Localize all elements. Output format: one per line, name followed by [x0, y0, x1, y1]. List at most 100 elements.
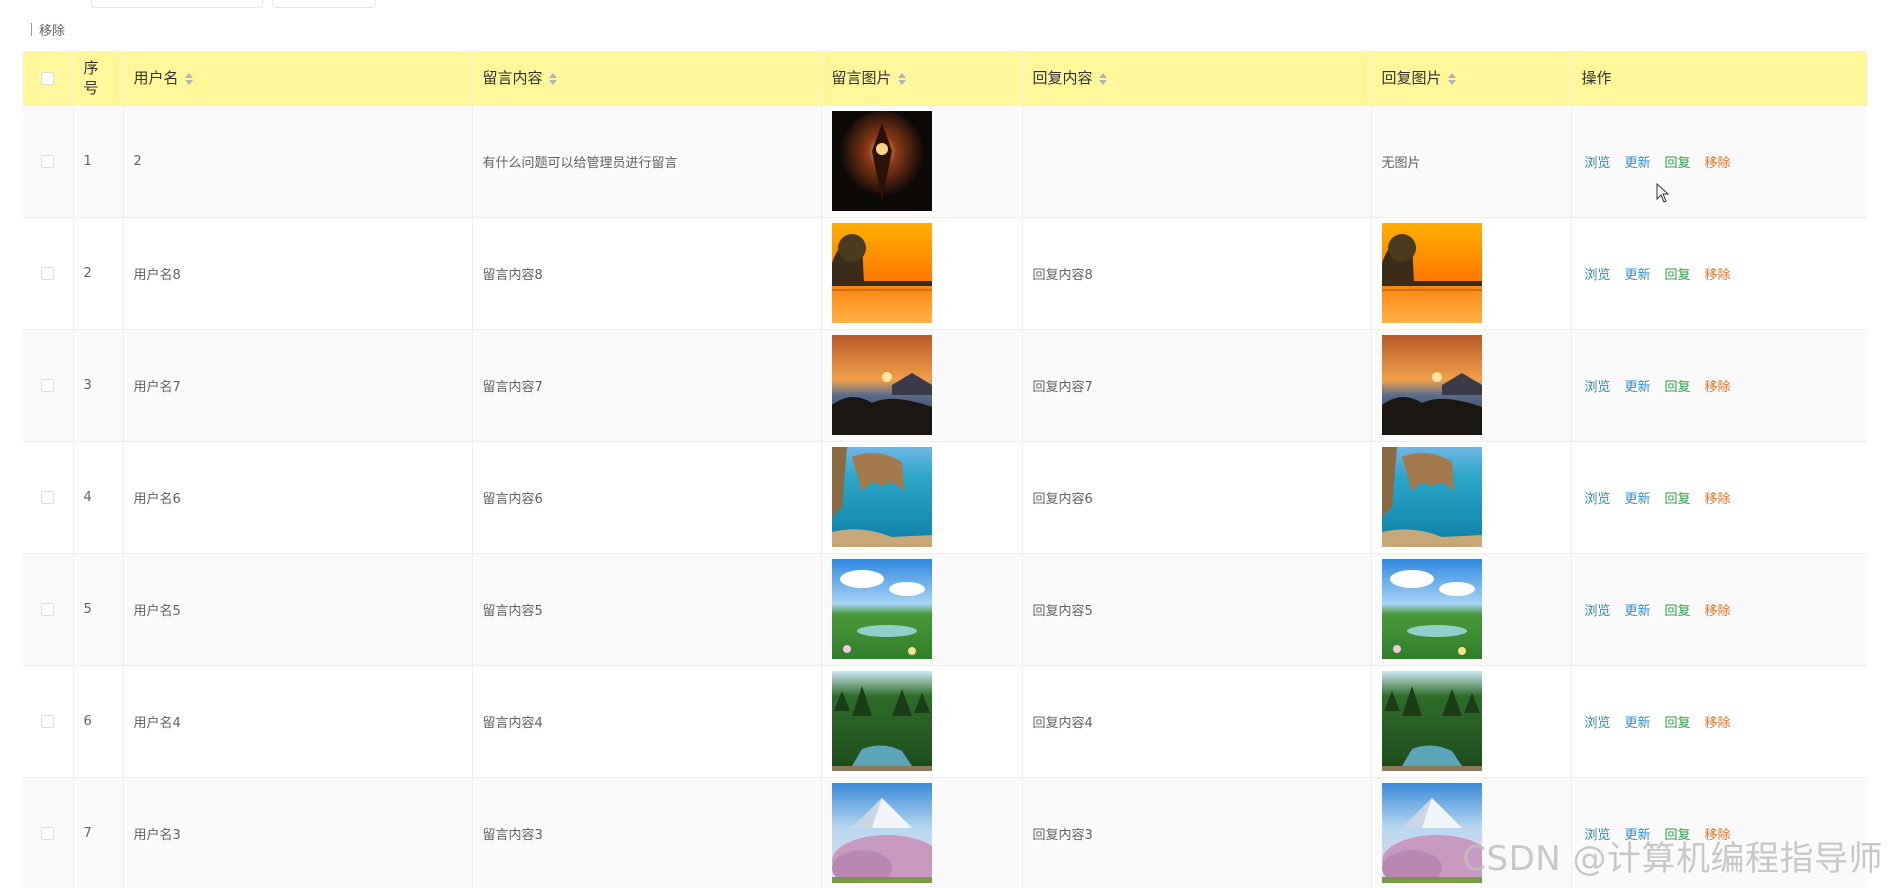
reply-button[interactable]: 回复 [1665, 264, 1691, 283]
sort-icon[interactable] [897, 72, 906, 85]
message-image-thumbnail[interactable] [831, 783, 932, 883]
row-reply: 回复内容6 [1022, 441, 1372, 554]
row-message-image [821, 329, 1023, 442]
message-image-thumbnail[interactable] [831, 671, 932, 771]
view-button[interactable]: 浏览 [1585, 264, 1611, 283]
table-row: 1 2 有什么问题可以给管理员进行留言 无图片 浏览 更新 回复 移除 [23, 105, 1867, 218]
reply-image-thumbnail[interactable] [1381, 447, 1482, 547]
row-reply-image [1371, 217, 1572, 330]
edit-button[interactable]: 更新 [1625, 264, 1651, 283]
row-index: 6 [73, 665, 124, 778]
header-message[interactable]: 留言内容 [472, 51, 822, 106]
row-checkbox[interactable] [41, 154, 55, 168]
row-checkbox[interactable] [41, 826, 55, 840]
view-button[interactable]: 浏览 [1585, 376, 1611, 395]
remove-button[interactable]: 移除 [1705, 712, 1731, 731]
row-reply-image [1371, 553, 1572, 666]
reply-image-thumbnail[interactable] [1381, 223, 1482, 323]
sort-icon[interactable] [1098, 72, 1107, 85]
edit-button[interactable]: 更新 [1625, 488, 1651, 507]
edit-button[interactable]: 更新 [1625, 376, 1651, 395]
header-index: 序号 [73, 51, 124, 106]
row-reply-image [1371, 441, 1572, 554]
row-username: 用户名3 [123, 777, 473, 888]
reply-button[interactable]: 回复 [1665, 600, 1691, 619]
table-row: 5 用户名5 留言内容5 回复内容5 浏览 更新 回复 移除 [23, 553, 1867, 666]
message-image-thumbnail[interactable] [831, 447, 932, 547]
remove-button[interactable]: 移除 [1705, 488, 1731, 507]
reply-button[interactable]: 回复 [1665, 152, 1691, 171]
row-message: 有什么问题可以给管理员进行留言 [472, 105, 822, 218]
row-actions: 浏览 更新 回复 移除 [1571, 105, 1867, 218]
row-checkbox-cell [23, 665, 74, 778]
edit-button[interactable]: 更新 [1625, 600, 1651, 619]
edit-button[interactable]: 更新 [1625, 712, 1651, 731]
row-reply: 回复内容5 [1022, 553, 1372, 666]
header-actions: 操作 [1571, 51, 1867, 106]
remove-button[interactable]: 移除 [1705, 376, 1731, 395]
table-row: 3 用户名7 留言内容7 回复内容7 浏览 更新 回复 移除 [23, 329, 1867, 442]
row-reply-image [1371, 665, 1572, 778]
row-message: 留言内容7 [472, 329, 822, 442]
view-button[interactable]: 浏览 [1585, 488, 1611, 507]
row-checkbox[interactable] [41, 602, 55, 616]
remove-button[interactable]: 移除 [1705, 264, 1731, 283]
row-index: 5 [73, 553, 124, 666]
reply-button[interactable]: 回复 [1665, 376, 1691, 395]
table-row: 6 用户名4 留言内容4 回复内容4 浏览 更新 回复 移除 [23, 665, 1867, 778]
mouse-cursor-icon [1656, 183, 1670, 203]
row-reply [1022, 105, 1372, 218]
view-button[interactable]: 浏览 [1585, 152, 1611, 171]
row-reply: 回复内容7 [1022, 329, 1372, 442]
top-button-stub [272, 0, 376, 8]
sort-icon[interactable] [1447, 72, 1456, 85]
row-checkbox-cell [23, 105, 74, 218]
row-username: 用户名8 [123, 217, 473, 330]
row-message: 留言内容5 [472, 553, 822, 666]
row-checkbox[interactable] [41, 266, 55, 280]
table-row: 4 用户名6 留言内容6 回复内容6 浏览 更新 回复 移除 [23, 441, 1867, 554]
remove-button[interactable]: 移除 [1705, 152, 1731, 171]
row-index: 1 [73, 105, 124, 218]
message-image-thumbnail[interactable] [831, 223, 932, 323]
header-username[interactable]: 用户名 [123, 51, 473, 106]
edit-button[interactable]: 更新 [1625, 152, 1651, 171]
remove-button[interactable]: 移除 [1705, 600, 1731, 619]
view-button[interactable]: 浏览 [1585, 712, 1611, 731]
row-reply: 回复内容8 [1022, 217, 1372, 330]
reply-image-thumbnail[interactable] [1381, 671, 1482, 771]
row-message-image [821, 553, 1023, 666]
row-index: 3 [73, 329, 124, 442]
row-message-image [821, 105, 1023, 218]
row-checkbox-cell [23, 217, 74, 330]
message-image-thumbnail[interactable] [831, 335, 932, 435]
sort-icon[interactable] [184, 72, 193, 85]
header-reply[interactable]: 回复内容 [1022, 51, 1372, 106]
row-checkbox-cell [23, 329, 74, 442]
reply-image-thumbnail[interactable] [1381, 335, 1482, 435]
row-reply: 回复内容4 [1022, 665, 1372, 778]
reply-image-thumbnail[interactable] [1381, 559, 1482, 659]
toolbar-remove-button[interactable]: 移除 [39, 20, 65, 39]
toolbar-divider [31, 22, 32, 36]
header-reply-image[interactable]: 回复图片 [1371, 51, 1572, 106]
row-actions: 浏览 更新 回复 移除 [1571, 553, 1867, 666]
row-username: 用户名6 [123, 441, 473, 554]
row-message-image [821, 217, 1023, 330]
row-actions: 浏览 更新 回复 移除 [1571, 665, 1867, 778]
view-button[interactable]: 浏览 [1585, 600, 1611, 619]
sort-icon[interactable] [548, 72, 557, 85]
row-checkbox[interactable] [41, 490, 55, 504]
row-actions: 浏览 更新 回复 移除 [1571, 217, 1867, 330]
row-checkbox-cell [23, 553, 74, 666]
reply-button[interactable]: 回复 [1665, 488, 1691, 507]
row-checkbox[interactable] [41, 714, 55, 728]
row-checkbox[interactable] [41, 378, 55, 392]
select-all-checkbox[interactable] [41, 71, 55, 85]
row-index: 2 [73, 217, 124, 330]
header-message-image[interactable]: 留言图片 [821, 51, 1023, 106]
message-image-thumbnail[interactable] [831, 111, 932, 211]
row-message: 留言内容8 [472, 217, 822, 330]
message-image-thumbnail[interactable] [831, 559, 932, 659]
reply-button[interactable]: 回复 [1665, 712, 1691, 731]
